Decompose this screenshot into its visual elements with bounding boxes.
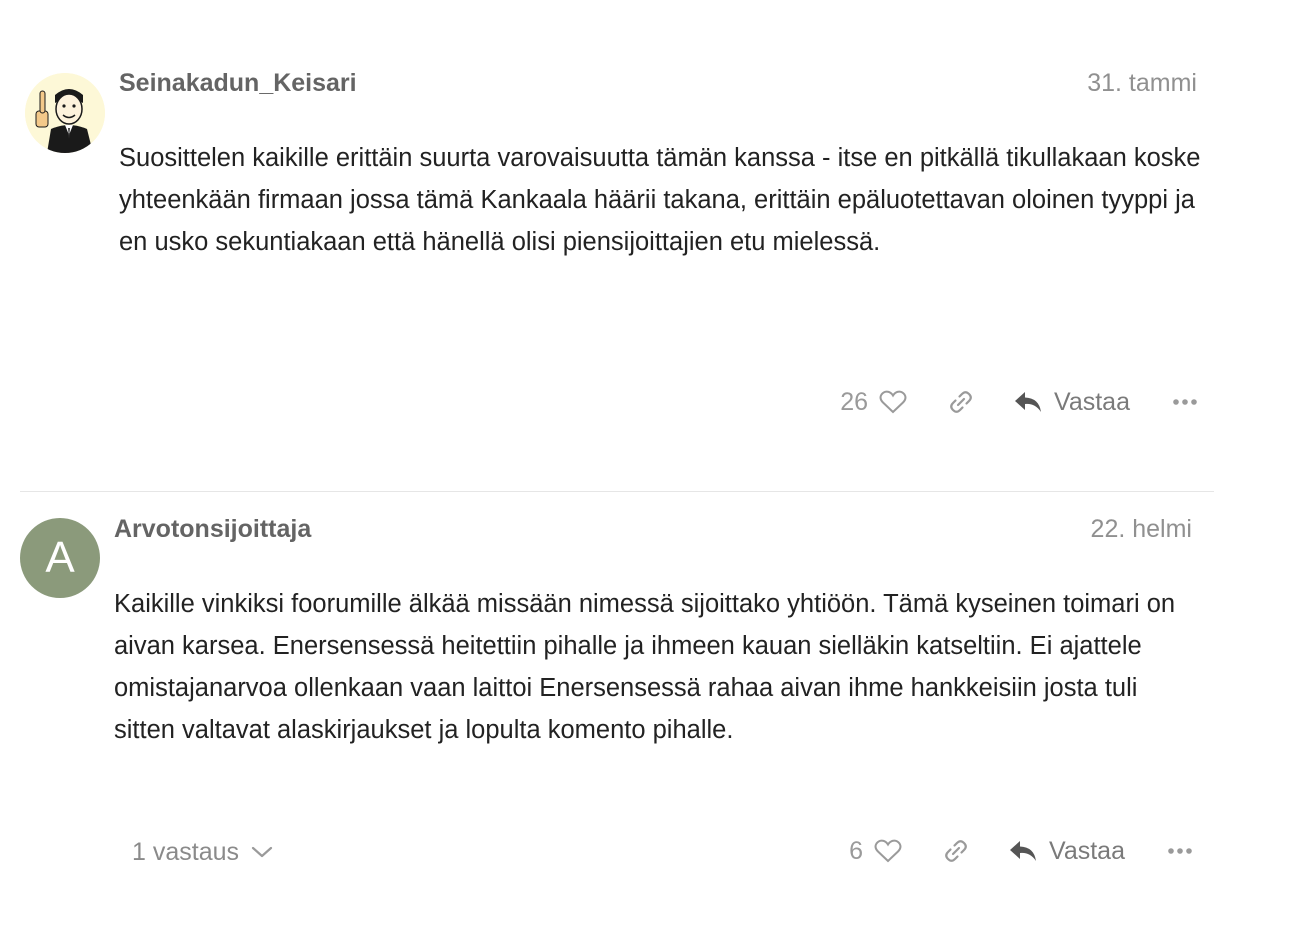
post-actions: 26 Vastaa xyxy=(840,382,1198,422)
post-body: Suosittelen kaikille erittäin suurta var… xyxy=(119,144,1201,256)
more-dots-icon[interactable] xyxy=(1167,847,1193,855)
post-divider xyxy=(20,491,1214,492)
cartoon-man-avatar-icon xyxy=(25,73,105,153)
heart-icon[interactable] xyxy=(873,836,903,866)
like-count[interactable]: 6 xyxy=(849,837,863,866)
heart-icon[interactable] xyxy=(878,387,908,417)
chevron-down-icon xyxy=(251,846,273,858)
avatar[interactable] xyxy=(25,73,105,153)
post-date[interactable]: 22. helmi xyxy=(1091,515,1192,544)
reply-arrow-icon xyxy=(1015,392,1042,412)
reply-label: Vastaa xyxy=(1049,836,1125,865)
reply-arrow-icon xyxy=(1010,841,1037,861)
replies-toggle-button[interactable]: 1 vastaus xyxy=(132,832,273,872)
more-dots-icon[interactable] xyxy=(1172,398,1198,406)
reply-button[interactable]: Vastaa xyxy=(1014,388,1130,417)
avatar[interactable]: A xyxy=(20,518,100,598)
post-date[interactable]: 31. tammi xyxy=(1087,69,1197,98)
username[interactable]: Seinakadun_Keisari xyxy=(119,69,357,98)
post-body: Kaikille vinkiksi foorumille älkää missä… xyxy=(114,590,1176,744)
link-icon[interactable] xyxy=(941,836,971,866)
username[interactable]: Arvotonsijoittaja xyxy=(114,515,311,544)
link-icon[interactable] xyxy=(946,387,976,417)
reply-button[interactable]: Vastaa xyxy=(1009,837,1125,866)
like-count[interactable]: 26 xyxy=(840,388,868,417)
replies-count-label: 1 vastaus xyxy=(132,837,240,866)
reply-label: Vastaa xyxy=(1054,387,1130,416)
post-actions: 6 Vastaa xyxy=(849,831,1193,871)
